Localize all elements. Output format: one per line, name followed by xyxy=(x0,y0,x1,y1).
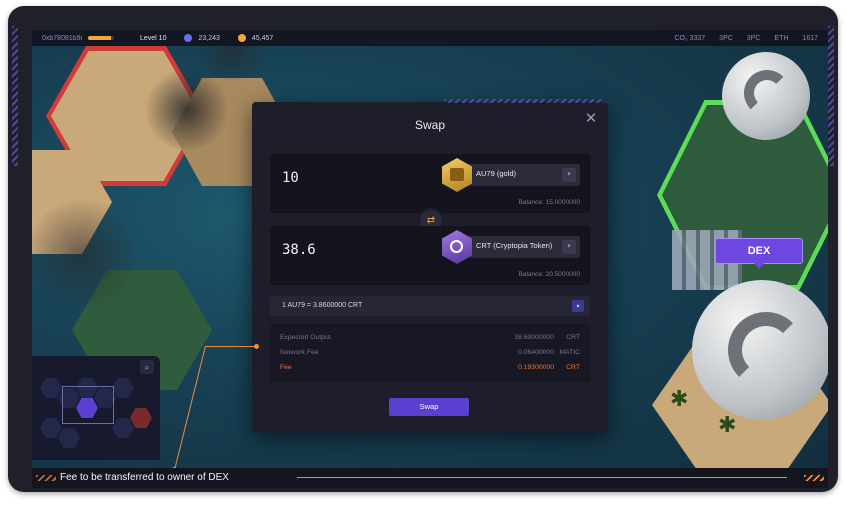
minimap-hex xyxy=(58,428,80,448)
close-icon[interactable]: ✕ xyxy=(582,110,600,128)
dex-dome-building[interactable] xyxy=(692,280,828,420)
to-amount-input[interactable]: 38.6 xyxy=(282,242,316,258)
detail-value: 0.19300000 xyxy=(518,364,554,371)
from-amount-input[interactable]: 10 xyxy=(282,170,299,186)
gold-token-icon xyxy=(442,158,472,192)
palm-tree: ✱ xyxy=(670,386,689,411)
caption-decoration xyxy=(804,475,824,481)
detail-expected-output: Expected Output 38.60000000 CRT xyxy=(280,334,580,346)
swap-modal: Swap ✕ 10 AU79 (gold) ▾ Balance: 15.0000… xyxy=(252,99,608,432)
hud-right-item[interactable]: 1617 xyxy=(802,35,818,42)
swap-details: Expected Output 38.60000000 CRT Network … xyxy=(270,324,590,382)
caption-bar: Fee to be transferred to owner of DEX xyxy=(32,468,828,488)
chevron-up-icon[interactable]: ▴ xyxy=(572,300,584,312)
minimap-hex xyxy=(130,408,152,428)
detail-label: Expected Output xyxy=(280,334,331,341)
caption-decoration xyxy=(36,475,56,481)
minimap-hex xyxy=(40,418,62,438)
coin-icon xyxy=(237,34,246,42)
search-icon[interactable]: ⌕ xyxy=(140,360,154,374)
currency-2: 45,457 xyxy=(234,34,273,42)
hud-right-item[interactable]: 3PC xyxy=(747,35,761,42)
gem-icon xyxy=(184,34,193,42)
currency-1: 23,243 xyxy=(180,34,220,42)
to-token-name: CRT (Cryptopia Token) xyxy=(476,241,553,250)
minimap-hex xyxy=(112,378,134,398)
frame-decoration-left xyxy=(12,26,18,166)
detail-unit: CRT xyxy=(566,334,580,341)
from-token-name: AU79 (gold) xyxy=(476,169,517,178)
palm-tree: ✱ xyxy=(718,412,737,437)
dome-logo xyxy=(728,312,804,388)
frame-decoration-right xyxy=(828,26,834,166)
caption-underline xyxy=(297,477,787,478)
chevron-down-icon[interactable]: ▾ xyxy=(562,168,576,182)
detail-network-fee: Network Fee 0.06400000 MATIC xyxy=(280,349,580,361)
minimap[interactable]: ⌕ xyxy=(32,356,160,460)
gold-bar-glyph xyxy=(450,168,464,181)
swap-button[interactable]: Swap xyxy=(389,398,469,416)
callout-line xyxy=(206,346,256,347)
crt-token-icon xyxy=(442,230,472,264)
to-balance: Balance: 20.5000000 xyxy=(518,271,580,278)
from-token-row: 10 AU79 (gold) ▾ Balance: 15.0000000 xyxy=(270,154,590,213)
xp-progress-bar xyxy=(88,36,114,40)
detail-label: Fee xyxy=(280,364,292,371)
caption-text: Fee to be transferred to owner of DEX xyxy=(60,472,229,483)
chevron-down-icon[interactable]: ▾ xyxy=(562,240,576,254)
detail-unit: CRT xyxy=(566,364,580,371)
modal-decoration xyxy=(444,99,604,103)
dome-logo xyxy=(744,70,790,116)
currency-1-value: 23,243 xyxy=(198,34,220,42)
minimap-hex xyxy=(40,378,62,398)
modal-title: Swap xyxy=(414,118,446,132)
wallet-address[interactable]: 0xb78081b9e… xyxy=(42,35,82,42)
player-level: Level 10 xyxy=(140,34,167,42)
to-token-row: 38.6 CRT (Cryptopia Token) ▾ Balance: 20… xyxy=(270,226,590,285)
minimap-viewport[interactable] xyxy=(62,386,114,424)
hud-right-item[interactable]: CO₂ 3337 xyxy=(674,35,705,42)
currency-2-value: 45,457 xyxy=(251,34,274,42)
top-hud: 0xb78081b9e… Level 10 23,243 45,457 CO₂ … xyxy=(32,30,828,46)
detail-value: 38.60000000 xyxy=(514,334,554,341)
detail-unit: MATIC xyxy=(559,349,580,356)
hud-right-items: CO₂ 3337 3PC 3PC ETH 1617 xyxy=(674,35,818,42)
minimap-hex xyxy=(112,418,134,438)
to-token-select[interactable]: CRT (Cryptopia Token) ▾ xyxy=(442,230,580,264)
exchange-rate: 1 AU79 = 3.8600000 CRT xyxy=(282,302,363,309)
hud-right-item[interactable]: 3PC xyxy=(719,35,733,42)
detail-value: 0.06400000 xyxy=(518,349,554,356)
hud-right-item[interactable]: ETH xyxy=(774,35,788,42)
power-glyph xyxy=(450,240,463,253)
detail-fee: Fee 0.19300000 CRT xyxy=(280,364,580,376)
detail-label: Network Fee xyxy=(280,349,319,356)
game-screen: ✱ ✱ 0xb78081b9e… Level 10 23,243 45,457 … xyxy=(32,30,828,488)
xp-progress-fill xyxy=(88,36,112,40)
dome-building[interactable] xyxy=(722,52,810,140)
from-token-select[interactable]: AU79 (gold) ▾ xyxy=(442,158,580,192)
smoke-cloud xyxy=(142,70,232,150)
dex-label[interactable]: DEX xyxy=(715,238,803,269)
from-balance: Balance: 15.0000000 xyxy=(518,199,580,206)
device-frame: ✱ ✱ 0xb78081b9e… Level 10 23,243 45,457 … xyxy=(8,6,838,492)
exchange-rate-row[interactable]: 1 AU79 = 3.8600000 CRT ▴ xyxy=(270,296,590,316)
